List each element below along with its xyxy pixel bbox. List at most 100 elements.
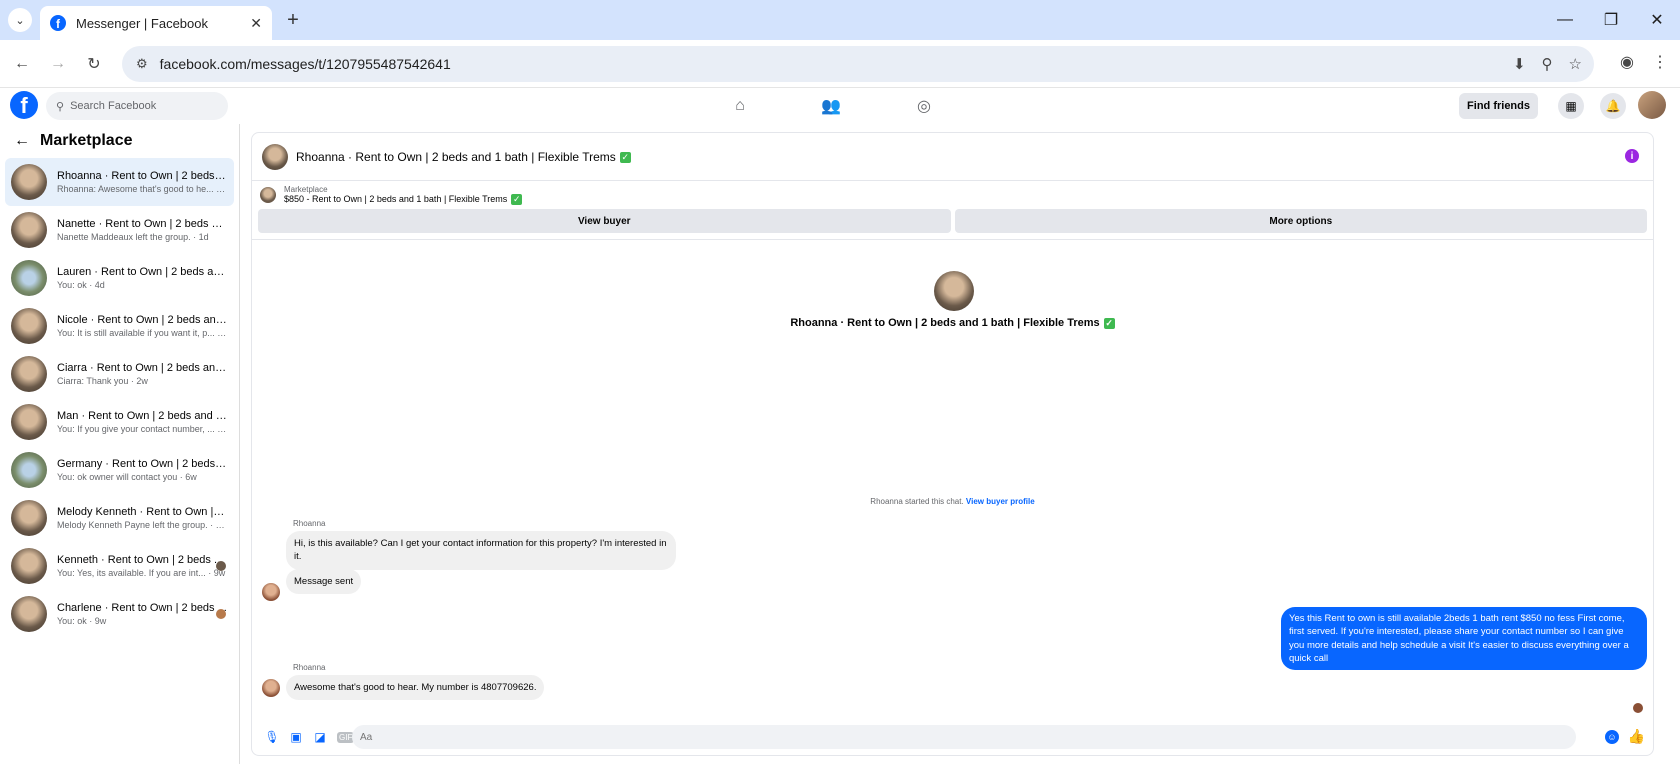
checkmark-icon: ✓ bbox=[511, 194, 523, 206]
conversation-name: Nicole · Rent to Own | 2 beds and ... bbox=[57, 314, 227, 326]
conversation-name: Kenneth · Rent to Own | 2 beds ... bbox=[57, 554, 224, 566]
install-app-icon[interactable]: ⬇ bbox=[1513, 55, 1526, 73]
groups-icon[interactable]: ◎ bbox=[912, 94, 936, 118]
sender-avatar[interactable] bbox=[262, 679, 280, 697]
tab-title: Messenger | Facebook bbox=[76, 15, 208, 31]
avatar bbox=[11, 548, 47, 584]
conversation-name: Charlene · Rent to Own | 2 beds ... bbox=[57, 602, 227, 614]
conversation-name: Ciarra · Rent to Own | 2 beds and 1... bbox=[57, 362, 227, 374]
chat-title[interactable]: Rhoanna · Rent to Own | 2 beds and 1 bat… bbox=[296, 150, 631, 164]
conversation-preview: Nanette Maddeaux left the group. · 1d bbox=[57, 232, 209, 242]
conversation-name: Nanette · Rent to Own | 2 beds an... bbox=[57, 218, 227, 230]
view-buyer-button[interactable]: View buyer bbox=[258, 209, 951, 233]
facebook-favicon-icon: f bbox=[50, 15, 66, 31]
avatar bbox=[11, 260, 47, 296]
chat-header: Rhoanna · Rent to Own | 2 beds and 1 bat… bbox=[252, 133, 1653, 181]
listing-row[interactable]: Marketplace $850 - Rent to Own | 2 beds … bbox=[252, 181, 1653, 209]
facebook-search-input[interactable]: ⚲ Search Facebook bbox=[46, 92, 228, 120]
conversation-sidebar: ← Marketplace Rhoanna · Rent to Own | 2 … bbox=[0, 124, 240, 764]
tab-close-icon[interactable]: ✕ bbox=[250, 15, 262, 32]
incoming-message[interactable]: Hi, is this available? Can I get your co… bbox=[286, 531, 676, 570]
contact-name-text: Rhoanna · Rent to Own | 2 beds and 1 bat… bbox=[790, 317, 1100, 329]
url-text[interactable]: facebook.com/messages/t/1207955487542641 bbox=[160, 56, 451, 72]
search-icon: ⚲ bbox=[56, 100, 65, 113]
back-arrow-icon[interactable]: ← bbox=[14, 132, 30, 150]
conversation-preview: You: Yes, its available. If you are int.… bbox=[57, 568, 226, 578]
sidebar-title: Marketplace bbox=[40, 132, 133, 149]
sender-avatar[interactable] bbox=[262, 583, 280, 601]
conversation-item[interactable]: Lauren · Rent to Own | 2 beds and ... You… bbox=[5, 254, 234, 302]
info-icon[interactable]: i bbox=[1625, 149, 1639, 163]
conversation-item[interactable]: Germany · Rent to Own | 2 beds a... You: … bbox=[5, 446, 234, 494]
tab-search-chevron-icon[interactable]: ⌄ bbox=[8, 8, 32, 32]
browser-menu-icon[interactable]: ⋮ bbox=[1652, 52, 1668, 72]
more-options-button[interactable]: More options bbox=[954, 209, 1647, 233]
new-tab-icon[interactable]: + bbox=[282, 9, 304, 31]
conversation-name: Germany · Rent to Own | 2 beds a... bbox=[57, 458, 227, 470]
conversation-preview: Ciarra: Thank you · 2w bbox=[57, 376, 148, 386]
sender-name: Rhoanna bbox=[293, 519, 326, 528]
back-arrow-icon[interactable]: ← bbox=[10, 52, 34, 76]
search-placeholder: Search Facebook bbox=[70, 100, 157, 112]
listing-actions: View buyer More options bbox=[252, 209, 1653, 233]
message-composer: 🎙 ▣ ◪ GIF ☺ 👍 bbox=[252, 719, 1653, 755]
find-friends-button[interactable]: Find friends bbox=[1459, 93, 1538, 119]
notifications-bell-icon[interactable]: 🔔 bbox=[1600, 93, 1626, 119]
incoming-message[interactable]: Message sent bbox=[286, 569, 362, 595]
site-info-icon[interactable]: ⚙ bbox=[136, 56, 148, 72]
avatar bbox=[11, 596, 47, 632]
avatar bbox=[11, 356, 47, 392]
chat-started-notice: Rhoanna started this chat. View buyer pr… bbox=[252, 497, 1653, 506]
profile-icon[interactable]: ◉ bbox=[1620, 52, 1634, 72]
marketplace-label: Marketplace bbox=[284, 184, 328, 194]
conversation-name: Rhoanna · Rent to Own | 2 beds an... bbox=[57, 170, 227, 182]
avatar bbox=[11, 500, 47, 536]
browser-tab[interactable]: f Messenger | Facebook ✕ bbox=[40, 6, 272, 40]
avatar[interactable] bbox=[262, 143, 288, 170]
message-input[interactable] bbox=[352, 725, 1576, 749]
avatar bbox=[11, 404, 47, 440]
home-icon[interactable]: ⌂ bbox=[728, 94, 752, 118]
facebook-top-nav: f ⚲ Search Facebook ⌂ 👥 ◎ Find friends ▦… bbox=[0, 88, 1680, 124]
zoom-icon[interactable]: ⚲ bbox=[1542, 55, 1553, 73]
reload-icon[interactable]: ↻ bbox=[82, 52, 106, 76]
view-buyer-profile-link[interactable]: View buyer profile bbox=[966, 497, 1035, 506]
avatar bbox=[11, 308, 47, 344]
conversation-item[interactable]: Kenneth · Rent to Own | 2 beds ... You: Y… bbox=[5, 542, 234, 590]
address-bar[interactable]: ⚙ facebook.com/messages/t/12079554875426… bbox=[122, 46, 1594, 82]
conversation-preview: You: ok · 4d bbox=[57, 280, 105, 290]
microphone-icon[interactable]: 🎙 bbox=[260, 730, 284, 744]
conversation-preview: You: ok owner will contact you · 6w bbox=[57, 472, 197, 482]
emoji-icon[interactable]: ☺ bbox=[1605, 730, 1619, 744]
seen-avatar bbox=[216, 609, 226, 619]
conversation-name: Man · Rent to Own | 2 beds and 1 ... bbox=[57, 410, 227, 422]
conversation-preview: You: It is still available if you want i… bbox=[57, 328, 227, 338]
contact-avatar[interactable] bbox=[934, 271, 974, 311]
listing-title: $850 - Rent to Own | 2 beds and 1 bath |… bbox=[284, 194, 523, 206]
account-avatar[interactable] bbox=[1638, 91, 1666, 119]
conversation-item[interactable]: Melody Kenneth · Rent to Own | 2 ... Melo… bbox=[5, 494, 234, 542]
conversation-item[interactable]: Rhoanna · Rent to Own | 2 beds an... Rhoa… bbox=[5, 158, 234, 206]
contact-name: Rhoanna · Rent to Own | 2 beds and 1 bat… bbox=[252, 317, 1653, 329]
restore-icon[interactable]: ❐ bbox=[1588, 0, 1634, 40]
conversation-item[interactable]: Nicole · Rent to Own | 2 beds and ... You… bbox=[5, 302, 234, 350]
window-close-icon[interactable]: ✕ bbox=[1634, 0, 1680, 40]
photo-icon[interactable]: ▣ bbox=[284, 730, 308, 744]
listing-thumbnail bbox=[260, 187, 276, 203]
menu-grid-icon[interactable]: ▦ bbox=[1558, 93, 1584, 119]
forward-arrow-icon[interactable]: → bbox=[46, 52, 70, 76]
bookmark-star-icon[interactable]: ☆ bbox=[1569, 55, 1582, 73]
conversation-item[interactable]: Charlene · Rent to Own | 2 beds ... You: … bbox=[5, 590, 234, 638]
conversation-item[interactable]: Man · Rent to Own | 2 beds and 1 ... You:… bbox=[5, 398, 234, 446]
friends-icon[interactable]: 👥 bbox=[819, 94, 843, 118]
chat-panel: Rhoanna · Rent to Own | 2 beds and 1 bat… bbox=[251, 132, 1654, 756]
outgoing-message[interactable]: Yes this Rent to own is still available … bbox=[1281, 607, 1647, 671]
conversation-item[interactable]: Ciarra · Rent to Own | 2 beds and 1... Ci… bbox=[5, 350, 234, 398]
avatar bbox=[11, 452, 47, 488]
conversation-item[interactable]: Nanette · Rent to Own | 2 beds an... Nane… bbox=[5, 206, 234, 254]
minimize-icon[interactable]: — bbox=[1542, 0, 1588, 40]
thumbs-up-icon[interactable]: 👍 bbox=[1628, 728, 1645, 745]
facebook-logo-icon[interactable]: f bbox=[10, 91, 38, 119]
sticker-icon[interactable]: ◪ bbox=[308, 730, 332, 744]
incoming-message[interactable]: Awesome that's good to hear. My number i… bbox=[286, 675, 545, 701]
